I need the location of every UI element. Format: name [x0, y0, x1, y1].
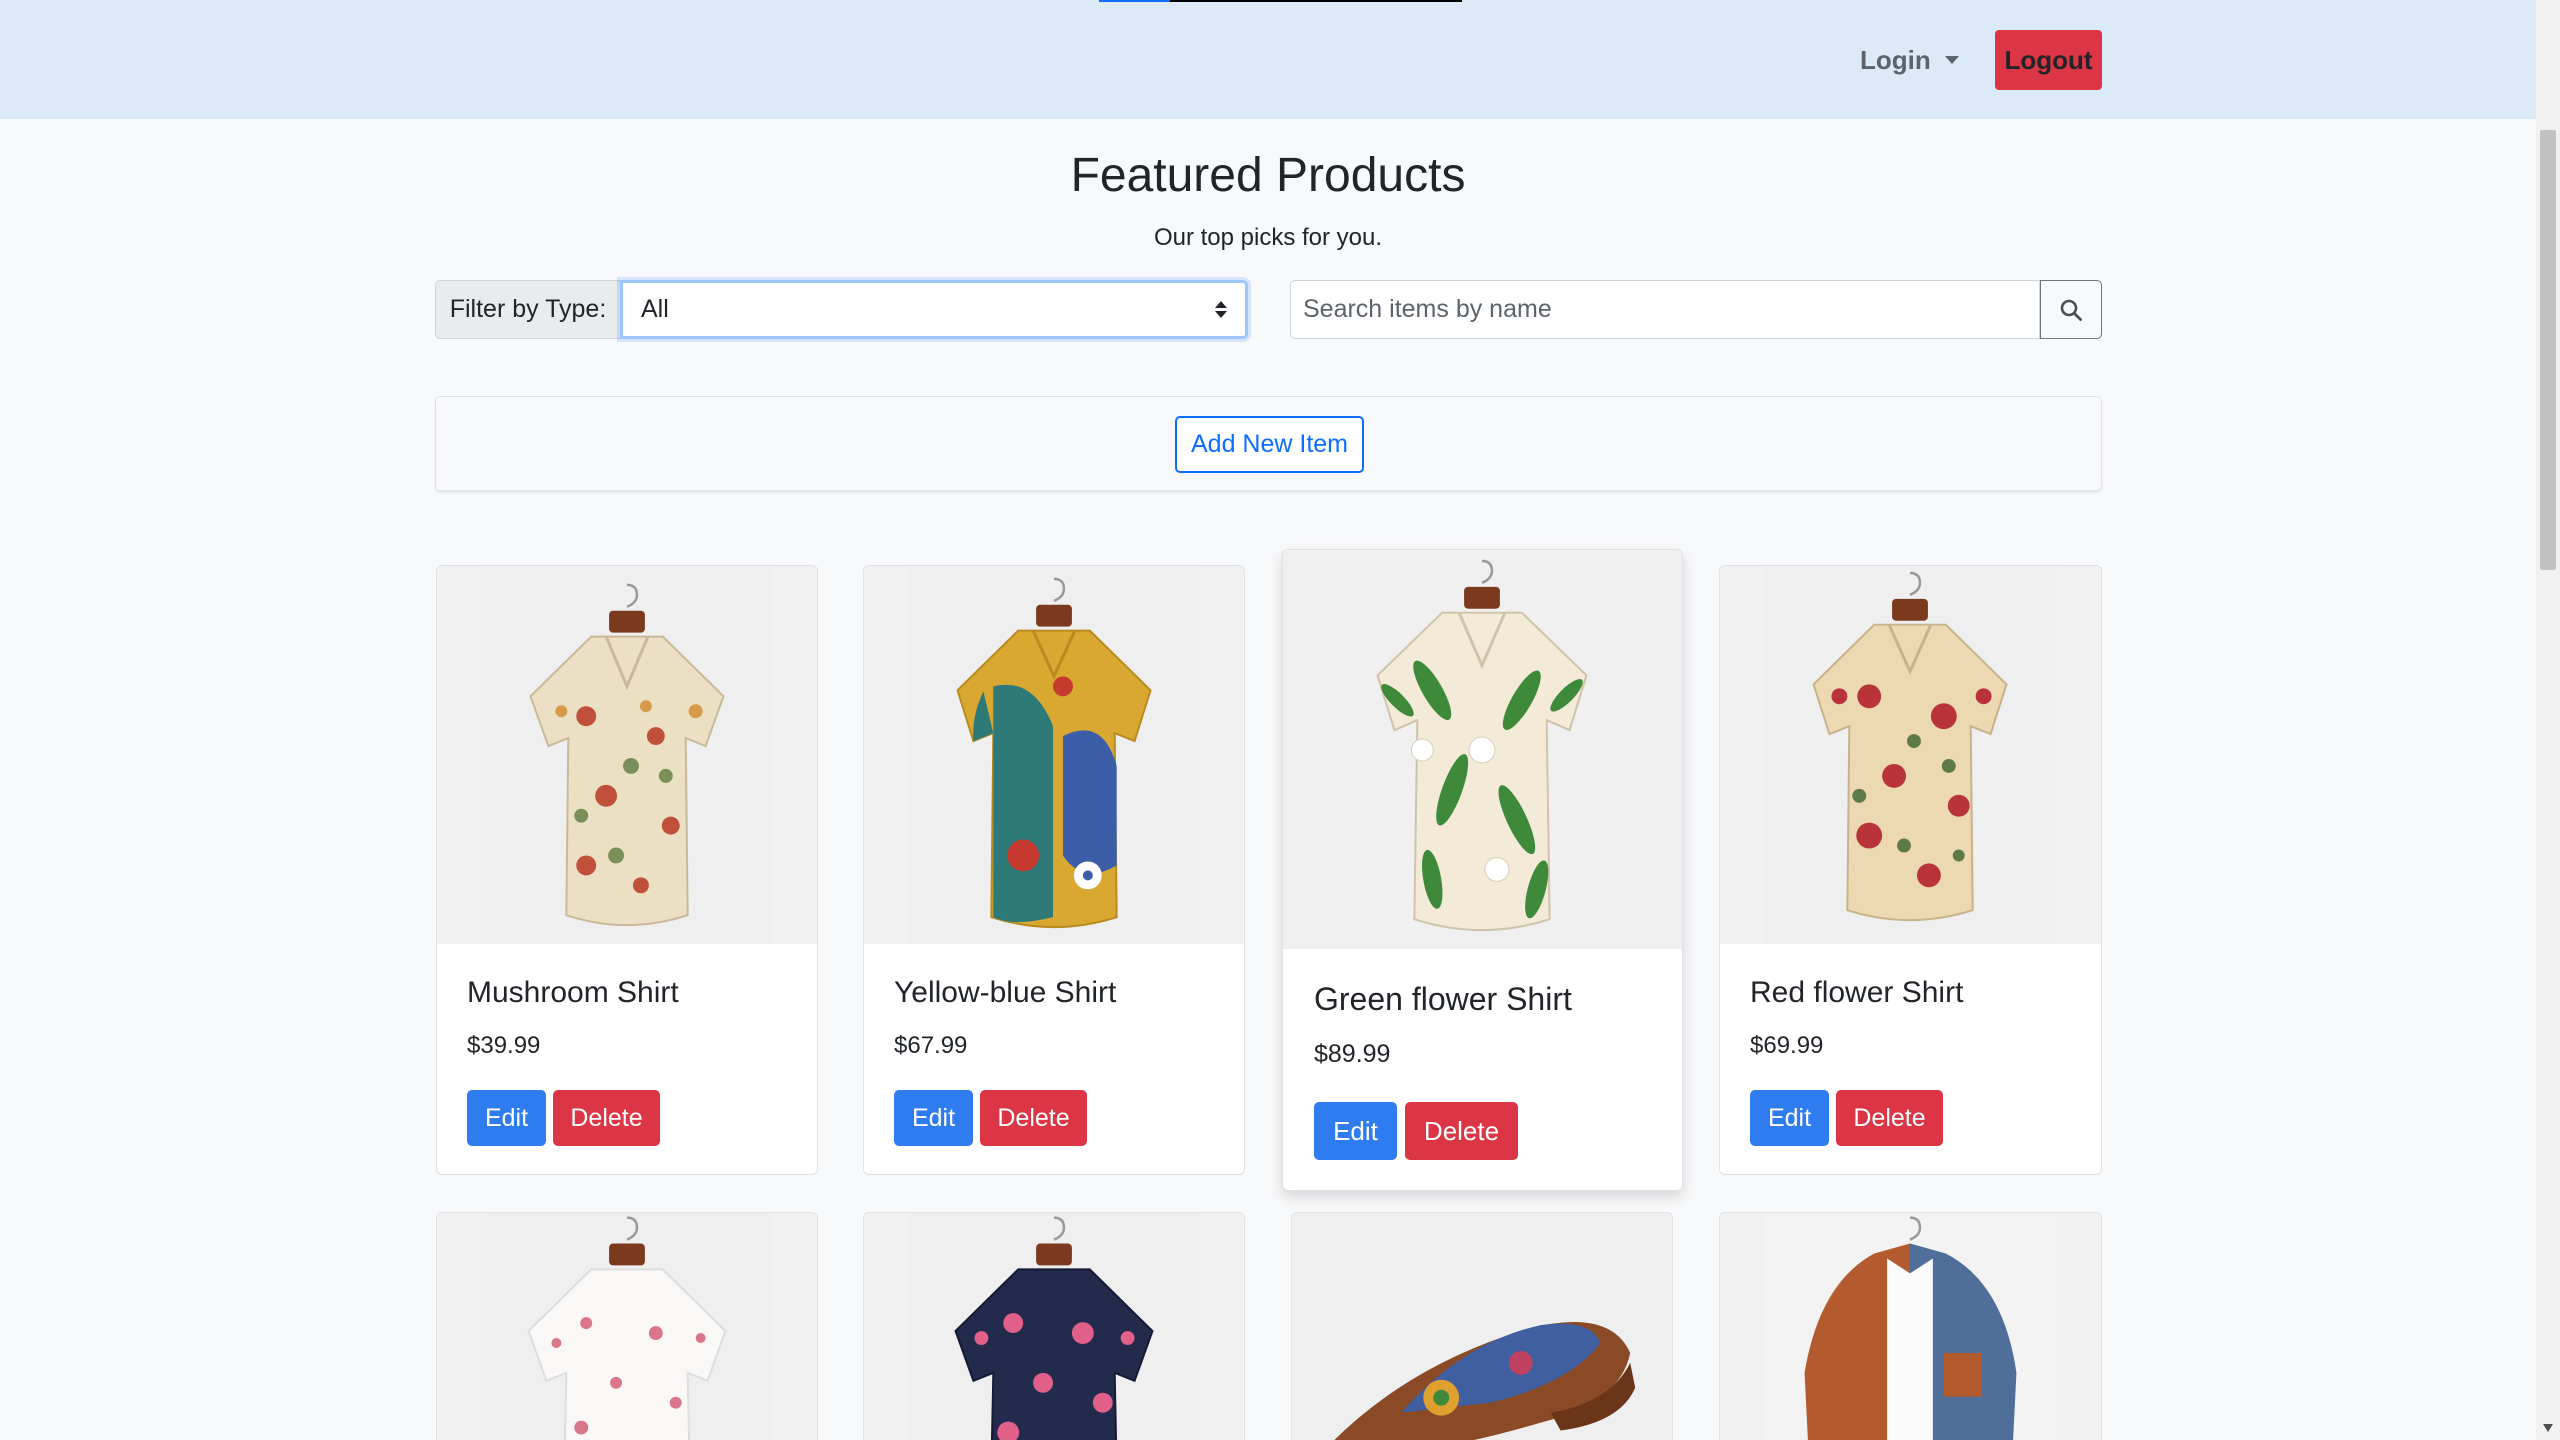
navbar: Login Logout — [0, 0, 2536, 119]
product-image-mushroom-shirt — [437, 566, 817, 944]
product-image-green-flower-shirt — [1283, 550, 1682, 949]
search-icon — [2060, 299, 2082, 321]
product-name: Mushroom Shirt — [467, 976, 679, 1009]
delete-button[interactable]: Delete — [553, 1090, 660, 1146]
search-input[interactable] — [1290, 280, 2040, 339]
product-image-navy-floral-shirt — [864, 1213, 1244, 1440]
mushroom-shirt-image — [481, 566, 773, 944]
product-name: Green flower Shirt — [1314, 981, 1572, 1017]
product-card — [1291, 1212, 1673, 1440]
product-card — [436, 1212, 818, 1440]
product-image-floral-sandal — [1292, 1213, 1672, 1440]
delete-button[interactable]: Delete — [980, 1090, 1087, 1146]
pink-blossom-shirt-image — [481, 1213, 773, 1440]
green-flower-shirt-image — [1283, 550, 1682, 949]
page-title: Featured Products — [1070, 149, 1466, 202]
product-image-yellow-blue-shirt — [864, 566, 1244, 944]
product-card — [863, 1212, 1245, 1440]
floral-sandal-image — [1292, 1213, 1672, 1440]
navy-floral-shirt-image — [908, 1213, 1200, 1440]
product-price: $69.99 — [1750, 1032, 1824, 1059]
delete-button[interactable]: Delete — [1836, 1090, 1943, 1146]
edit-button[interactable]: Edit — [467, 1090, 546, 1146]
red-flower-shirt-image — [1764, 566, 2057, 944]
product-card: Yellow-blue Shirt $67.99 Edit Delete — [863, 565, 1245, 1175]
filter-label: Filter by Type: — [435, 280, 620, 339]
product-card: Mushroom Shirt $39.99 Edit Delete — [436, 565, 818, 1175]
product-price: $67.99 — [894, 1032, 968, 1059]
logout-button[interactable]: Logout — [1995, 30, 2102, 90]
edit-button[interactable]: Edit — [1314, 1102, 1397, 1160]
filter-group: Filter by Type: All — [435, 280, 1248, 339]
search-button[interactable] — [2040, 280, 2102, 339]
caret-down-icon — [1944, 56, 1959, 64]
scrollbar[interactable] — [2536, 0, 2560, 1440]
product-card: Red flower Shirt $69.99 Edit Delete — [1719, 565, 2102, 1175]
product-image-red-flower-shirt — [1720, 566, 2101, 944]
add-item-panel: Add New Item — [435, 396, 2102, 491]
product-price: $89.99 — [1314, 1040, 1391, 1068]
product-name: Yellow-blue Shirt — [894, 976, 1117, 1009]
delete-button[interactable]: Delete — [1405, 1102, 1518, 1160]
nav-active-indicator — [1099, 0, 1462, 2]
edit-button[interactable]: Edit — [894, 1090, 973, 1146]
login-label: Login — [1860, 44, 1931, 75]
select-arrows-icon — [1215, 301, 1227, 318]
yellow-blue-shirt-image — [908, 566, 1200, 944]
page-subtitle: Our top picks for you. — [1153, 224, 1383, 251]
type-filter-select[interactable]: All — [620, 280, 1248, 339]
edit-button[interactable]: Edit — [1750, 1090, 1829, 1146]
product-image-pink-blossom-shirt — [437, 1213, 817, 1440]
orange-denim-colorblock-shirt-image — [1764, 1213, 2057, 1440]
add-new-item-button[interactable]: Add New Item — [1175, 416, 1364, 473]
search-group — [1290, 280, 2102, 339]
product-price: $39.99 — [467, 1032, 541, 1059]
login-dropdown[interactable]: Login — [1860, 40, 1959, 80]
scrollbar-thumb[interactable] — [2540, 130, 2556, 570]
product-name: Red flower Shirt — [1750, 976, 1964, 1009]
product-card: Green flower Shirt $89.99 Edit Delete — [1282, 549, 1683, 1191]
scroll-down-arrow-icon[interactable] — [2543, 1424, 2553, 1432]
product-image-colorblock-shirt — [1720, 1213, 2101, 1440]
product-card — [1719, 1212, 2102, 1440]
type-filter-value: All — [641, 295, 669, 323]
